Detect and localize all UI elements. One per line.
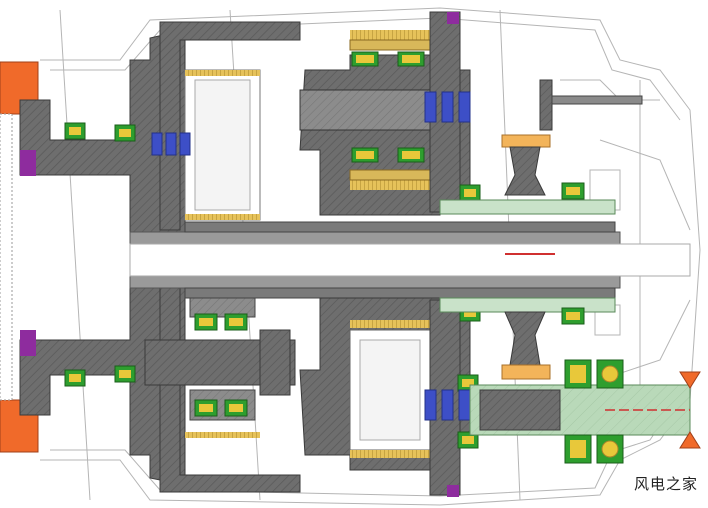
seal-top bbox=[20, 150, 36, 176]
planet-gear-teeth bbox=[185, 432, 260, 438]
planet-gear-teeth bbox=[185, 214, 260, 220]
gearbox-cross-section-diagram bbox=[0, 7, 701, 506]
planet-gear-teeth bbox=[185, 70, 260, 76]
sun-shaft bbox=[129, 221, 691, 299]
seal-bottom bbox=[20, 330, 36, 356]
watermark-text: 风电之家 bbox=[633, 475, 698, 493]
stage1-planet-shaft bbox=[144, 329, 296, 396]
